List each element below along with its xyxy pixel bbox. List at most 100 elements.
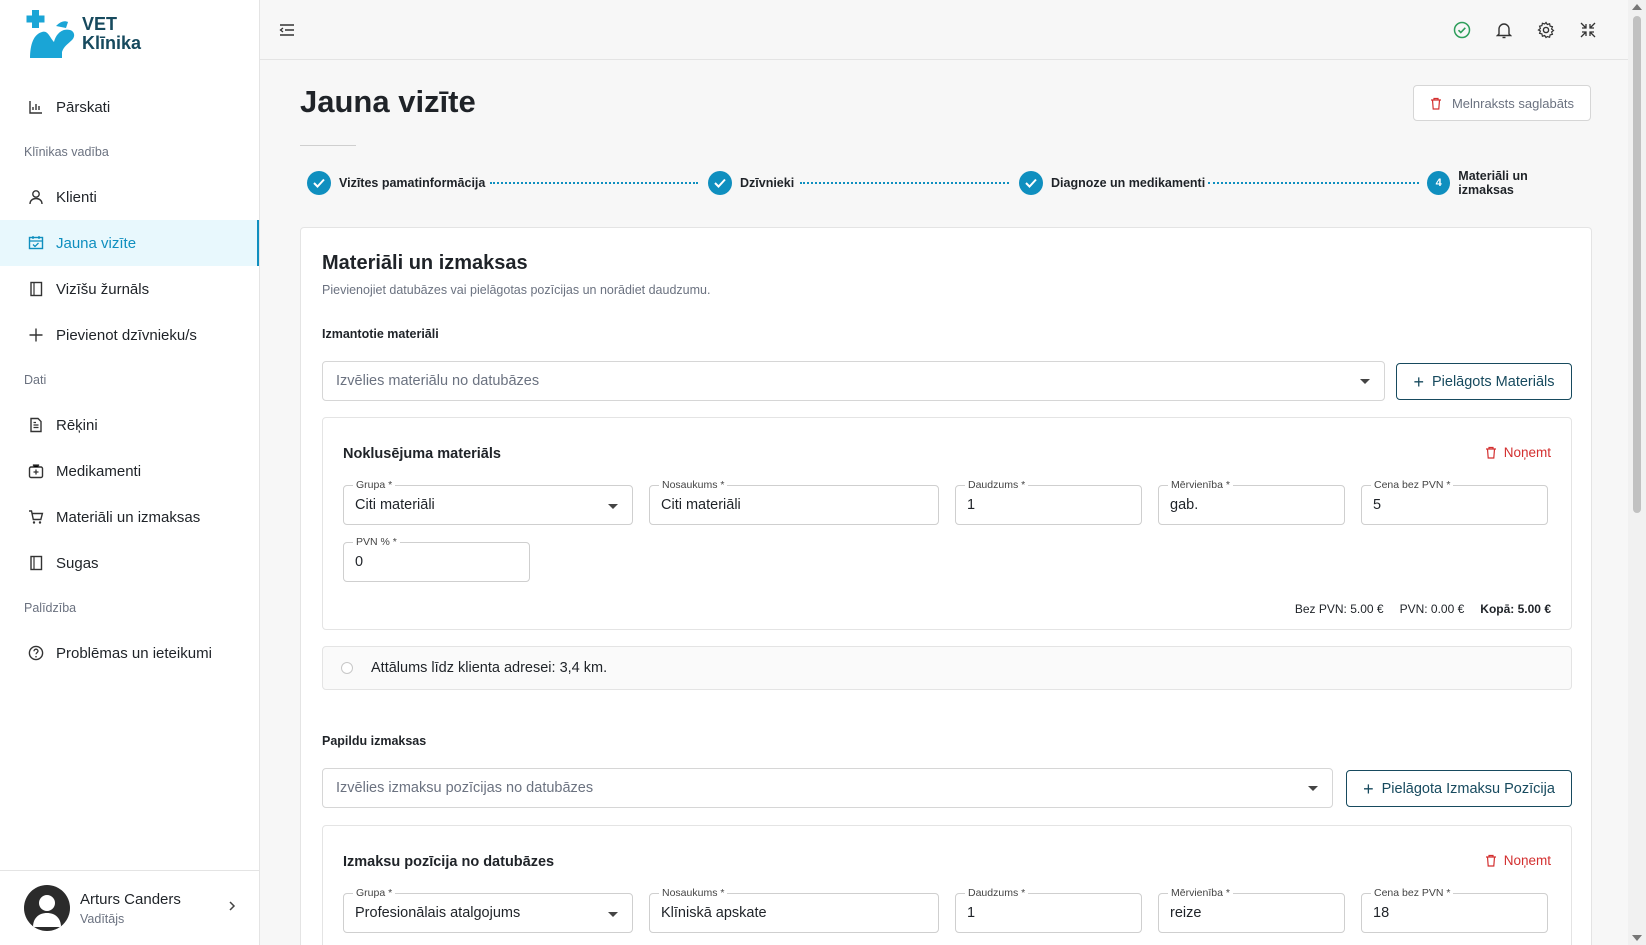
vat-input[interactable]: PVN % * 0 (343, 536, 530, 582)
topbar (260, 0, 1628, 60)
quantity-input[interactable]: Daudzums * 1 (955, 479, 1142, 525)
logo-icon (26, 10, 75, 58)
material-select-placeholder: Izvēlies materiālu no datubāzes (336, 373, 540, 389)
price-input[interactable]: Cena bez PVN * 18 (1361, 887, 1548, 933)
step-number: 4 (1427, 171, 1451, 195)
plus-icon: + (1413, 371, 1424, 392)
user-role: Vadītājs (80, 911, 125, 926)
plus-icon (26, 325, 46, 345)
check-circle-icon[interactable] (1452, 20, 1472, 40)
field-label: Grupa * (353, 887, 396, 899)
step-connector (800, 182, 1009, 184)
step-done-check-icon (1019, 171, 1043, 195)
scroll-down-arrow-icon[interactable] (1632, 935, 1642, 941)
field-label: Daudzums * (965, 479, 1029, 491)
field-value: Citi materiāli (355, 497, 435, 513)
material-item: Noklusējuma materiāls Noņemt Grupa * Cit… (322, 417, 1572, 630)
calendar-icon (26, 233, 46, 253)
remove-material-button[interactable]: Noņemt (1485, 445, 1551, 460)
draft-saved-button[interactable]: Melnraksts saglabāts (1413, 85, 1591, 121)
gear-icon[interactable] (1536, 20, 1556, 40)
trash-icon (1485, 854, 1497, 867)
sidebar-item-problemas[interactable]: Problēmas un ieteikumi (0, 630, 259, 676)
material-item-title: Noklusējuma materiāls (343, 446, 501, 462)
step-diagnoze[interactable]: Diagnoze un medikamenti (1019, 171, 1205, 195)
total-net: Bez PVN: 5.00 € (1294, 602, 1384, 616)
quantity-input[interactable]: Daudzums * 1 (955, 887, 1142, 933)
scroll-thumb[interactable] (1633, 16, 1641, 513)
sidebar-item-label: Jauna vizīte (56, 234, 137, 252)
sidebar-item-label: Vizīšu žurnāls (56, 280, 150, 298)
stepper: Vizītes pamatinformācija Dzīvnieki Diagn… (307, 169, 1583, 197)
sidebar-item-pievienot-dzivnieku[interactable]: Pievienot dzīvnieku/s (0, 312, 259, 358)
unit-input[interactable]: Mērvienība * reize (1158, 887, 1345, 933)
sidebar-item-materiali[interactable]: Materiāli un izmaksas (0, 494, 259, 540)
menu-toggle-icon[interactable] (277, 20, 297, 40)
sidebar-item-medikamenti[interactable]: Medikamenti (0, 448, 259, 494)
book-icon (26, 279, 46, 299)
custom-cost-button[interactable]: + Pielāgota Izmaksu Pozīcija (1346, 770, 1572, 807)
bell-icon[interactable] (1494, 20, 1514, 40)
medkit-icon (26, 461, 46, 481)
scroll-up-arrow-icon[interactable] (1632, 4, 1642, 10)
field-value: Citi materiāli (661, 497, 741, 513)
cost-item: Izmaksu pozīcija no datubāzes Noņemt Gru… (322, 825, 1572, 945)
name-input[interactable]: Nosaukums * Klīniskā apskate (649, 887, 939, 933)
remove-cost-button[interactable]: Noņemt (1485, 853, 1551, 868)
trash-icon (1485, 446, 1497, 459)
group-select[interactable]: Grupa * Profesionālais atalgojums (343, 887, 633, 933)
step-dzivnieki[interactable]: Dzīvnieki (708, 171, 794, 195)
group-select[interactable]: Grupa * Citi materiāli (343, 479, 633, 525)
field-label: Mērvienība * (1168, 479, 1233, 491)
step-connector (490, 182, 698, 184)
fullscreen-exit-icon[interactable] (1578, 20, 1598, 40)
step-vizites-pamatinformacija[interactable]: Vizītes pamatinformācija (307, 171, 485, 195)
field-value: 1 (967, 905, 976, 921)
dropdown-caret-icon (1308, 786, 1318, 791)
sidebar-item-parskati[interactable]: Pārskati (0, 84, 259, 130)
user-profile[interactable]: Arturs Canders Vadītājs (0, 870, 259, 945)
field-value: Profesionālais atalgojums (355, 905, 521, 921)
costs-label: Papildu izmaksas (322, 734, 427, 748)
sidebar-item-jauna-vizite[interactable]: Jauna vizīte (0, 220, 259, 266)
field-value: gab. (1170, 497, 1199, 513)
field-label: Nosaukums * (659, 479, 728, 491)
custom-cost-label: Pielāgota Izmaksu Pozīcija (1381, 780, 1555, 797)
invoice-icon (26, 415, 46, 435)
title-divider (300, 145, 356, 146)
name-input[interactable]: Nosaukums * Citi materiāli (649, 479, 939, 525)
step-done-check-icon (307, 171, 331, 195)
distance-info[interactable]: Attālums līdz klienta adresei: 3,4 km. (322, 646, 1572, 690)
page-scrollbar[interactable] (1628, 0, 1646, 945)
material-totals: Bez PVN: 5.00 € PVN: 0.00 € Kopā: 5.00 € (1295, 602, 1551, 616)
custom-material-button[interactable]: + Pielāgots Materiāls (1396, 363, 1572, 400)
price-input[interactable]: Cena bez PVN * 5 (1361, 479, 1548, 525)
plus-icon: + (1363, 778, 1374, 799)
chevron-right-icon (227, 899, 237, 917)
sidebar-item-klienti[interactable]: Klienti (0, 174, 259, 220)
sidebar-item-rekini[interactable]: Rēķini (0, 402, 259, 448)
sidebar-nav: Pārskati Klīnikas vadība Klienti Jauna v… (0, 84, 259, 676)
sidebar-item-sugas[interactable]: Sugas (0, 540, 259, 586)
sidebar-item-label: Pārskati (56, 98, 111, 116)
field-label: Cena bez PVN * (1371, 479, 1454, 491)
step-done-check-icon (708, 171, 732, 195)
user-icon (26, 187, 46, 207)
distance-radio[interactable] (341, 662, 353, 674)
sidebar-item-label: Sugas (56, 554, 99, 572)
field-value: 5 (1373, 497, 1382, 513)
field-label: Cena bez PVN * (1371, 887, 1454, 899)
nav-section-palidziba: Palīdzība (24, 601, 77, 615)
cost-select[interactable]: Izvēlies izmaksu pozīcijas no datubāzes (322, 768, 1333, 808)
vet-klinika-logo[interactable]: VET Klīnika (26, 8, 141, 60)
field-label: PVN % * (353, 536, 400, 548)
sidebar-item-vizisu-zurnals[interactable]: Vizīšu žurnāls (0, 266, 259, 312)
sidebar-item-label: Materiāli un izmaksas (56, 508, 201, 526)
field-label: Nosaukums * (659, 887, 728, 899)
step-materiali[interactable]: 4 Materiāli un izmaksas (1427, 169, 1583, 197)
dropdown-caret-icon (608, 912, 618, 917)
unit-input[interactable]: Mērvienība * gab. (1158, 479, 1345, 525)
sidebar-item-label: Pievienot dzīvnieku/s (56, 326, 197, 344)
chart-icon (26, 97, 46, 117)
material-select[interactable]: Izvēlies materiālu no datubāzes (322, 361, 1385, 401)
